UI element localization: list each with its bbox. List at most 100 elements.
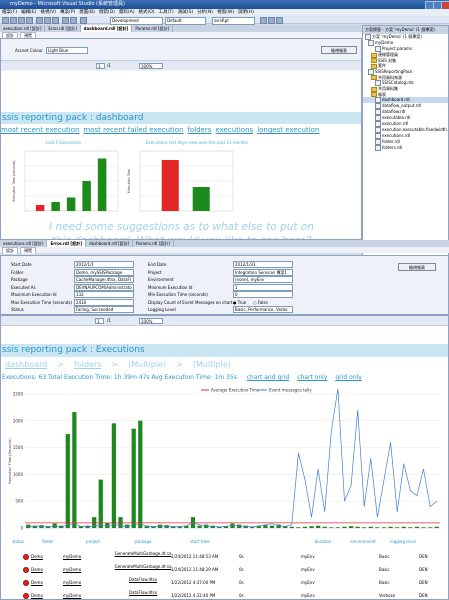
folder-cell[interactable]: Demo [31,593,43,598]
column-header-package[interactable]: package [117,539,169,544]
param-left-input-2[interactable]: CacheManager.dtsx, DataFl [74,276,134,283]
project-cell[interactable]: myDemo [63,554,81,559]
menu-item-6[interactable]: 資料(A) [119,10,135,15]
top-doc-tab-2[interactable]: dashboard.rdl [設計] [80,25,133,32]
param-right-input-6[interactable]: Basic, Performance, Verbo [233,306,293,313]
param-right-input-4[interactable]: 0 [233,291,293,298]
folder-cell[interactable]: Demo [31,554,43,559]
column-header-duration[interactable]: duration [299,539,347,544]
column-header-status[interactable]: status [7,539,29,544]
report-toolbar: 1 /1 100% [1,60,361,70]
dashboard-link-2[interactable]: folders [187,126,211,134]
accent-colour-select[interactable]: Light Blue [46,47,88,54]
redo-icon[interactable] [70,17,77,24]
open-file-icon[interactable] [10,17,17,24]
column-header-start-time[interactable]: start time [169,539,231,544]
mid-sub-tab-0[interactable]: 設計 [2,247,18,254]
new-project-icon[interactable] [2,17,9,24]
param-right-input-3[interactable]: 1 [233,283,293,291]
project-cell[interactable]: myDemo [63,580,81,585]
folder-cell[interactable]: Demo [31,580,43,585]
column-header-folder[interactable]: folder [31,539,65,544]
top-doc-tab-3[interactable]: Params.rdl [設計] [132,25,174,32]
platform-select[interactable]: Default [165,17,206,25]
duration-cell: 0s [239,593,244,598]
view-mode-link-1[interactable]: chart only [297,374,327,381]
execution-bar-62 [434,526,439,529]
zoom-select[interactable]: 100% [139,63,163,69]
mid-sub-tab-1[interactable]: 預覽 [20,247,36,254]
copy-icon[interactable] [44,17,51,24]
menu-item-11[interactable]: 視窗(W) [217,10,234,15]
display-count-false-radio[interactable]: ○ False [253,300,268,305]
execution-bar-46 [329,527,334,529]
dashboard-link-1[interactable]: most recent failed execution [83,126,183,134]
top-doc-tab-1[interactable]: Error.rdl [設計] [45,25,81,32]
mid-doc-tab-2[interactable]: dashboard.rdl [設計] [86,240,134,247]
dashboard-link-4[interactable]: longest execution [257,126,319,134]
save-all-icon[interactable] [26,17,33,24]
menu-item-8[interactable]: 工具(T) [159,10,174,15]
start-debug-icon[interactable] [80,17,87,24]
view-mode-link-0[interactable]: chart and grid [247,374,289,381]
breadcrumb-item-0[interactable]: dashboard [5,360,47,369]
page-number-input[interactable]: 1 [96,63,105,69]
bottom-page-number-input[interactable]: 1 [95,318,104,324]
breadcrumb-item-2[interactable]: folders [74,360,101,369]
param-left-input-0[interactable]: 2012/1/1 [74,261,134,268]
param-right-input-0[interactable]: 2012/1/31 [233,261,293,268]
param-right-input-1[interactable]: Integration Services 專案1 [233,268,293,276]
menu-item-7[interactable]: 格式(O) [138,10,154,15]
package-cell[interactable]: DataFlow.dtsx [113,577,173,583]
column-header-project[interactable]: project [69,539,117,544]
environment-cell: myEnv [301,554,315,559]
view-mode-link-2[interactable]: grid only [335,374,361,381]
menu-item-1[interactable]: 編輯(E) [21,10,36,15]
executions-chart: Average Execution Time Event messages tal… [8,388,440,531]
project-cell[interactable]: myDemo [63,593,81,598]
top-doc-tab-0[interactable]: execution.rdl [設計] [0,25,46,32]
project-select[interactable]: ssrsRpt [212,17,255,25]
find-icon[interactable] [260,17,267,24]
menu-item-0[interactable]: 檔案(F) [2,10,17,15]
menu-item-4[interactable]: 建置(B) [79,10,95,15]
param-left-input-3[interactable]: DEVNAUPCOM\Administrato [74,283,134,291]
y-axis-label: Execution Total [127,169,131,193]
package-cell[interactable]: GenerateMultiGarbage.dt sx [113,564,173,570]
paste-icon[interactable] [52,17,59,24]
undo-icon[interactable] [62,17,69,24]
mid-doc-tab-1[interactable]: Error.rdl [設計] [47,240,87,247]
project-cell[interactable]: myDemo [63,567,81,572]
param-left-input-1[interactable]: Demo, mySSISPackage [74,268,134,276]
save-icon[interactable] [18,17,25,24]
mid-doc-tab-3[interactable]: Params.rdl [設計] [133,240,174,247]
param-left-input-5[interactable]: 2410 [74,298,134,306]
param-right-input-2[interactable]: (none), myEnv [233,276,293,283]
solution-item-19[interactable]: folders.rdl [363,145,448,151]
menu-item-12[interactable]: 說明(H) [238,10,254,15]
menu-item-2[interactable]: 檢視(V) [40,10,56,15]
bottom-zoom-select[interactable]: 100% [139,318,163,324]
mid-doc-tab-0[interactable]: executions.rdl [設計] [0,240,48,247]
menu-item-9[interactable]: 測試(S) [178,10,193,15]
param-left-input-6[interactable]: Failing, Succeeded [74,306,134,313]
package-cell[interactable]: GenerateMultiGarbage.dt sx [113,551,173,557]
dashboard-link-0[interactable]: most recent execution [1,126,79,134]
cut-icon[interactable] [36,17,43,24]
dashboard-link-3[interactable]: executions [215,126,253,134]
column-header-environment[interactable]: environment [341,539,385,544]
folder-cell[interactable]: Demo [31,567,43,572]
view-report-button[interactable]: 檢視報表 [321,46,357,54]
solution-item-label: 共用資料集 [378,86,398,91]
menu-item-5[interactable]: 偵錯(D) [99,10,115,15]
package-cell[interactable]: DataFlow.dtsx [113,590,173,596]
column-header-logging-level[interactable]: logging level [385,539,421,544]
configuration-select[interactable]: Development [110,17,163,25]
display-count-true-radio[interactable]: ● True [233,300,246,305]
menu-item-3[interactable]: 專案(P) [60,10,75,15]
menu-item-10[interactable]: 分析(N) [197,10,213,15]
param-left-input-4[interactable]: 132 [74,291,134,298]
solution-explorer-icon[interactable] [268,17,275,24]
properties-icon[interactable] [276,17,283,24]
mid-view-report-button[interactable]: 檢視報表 [398,263,436,271]
